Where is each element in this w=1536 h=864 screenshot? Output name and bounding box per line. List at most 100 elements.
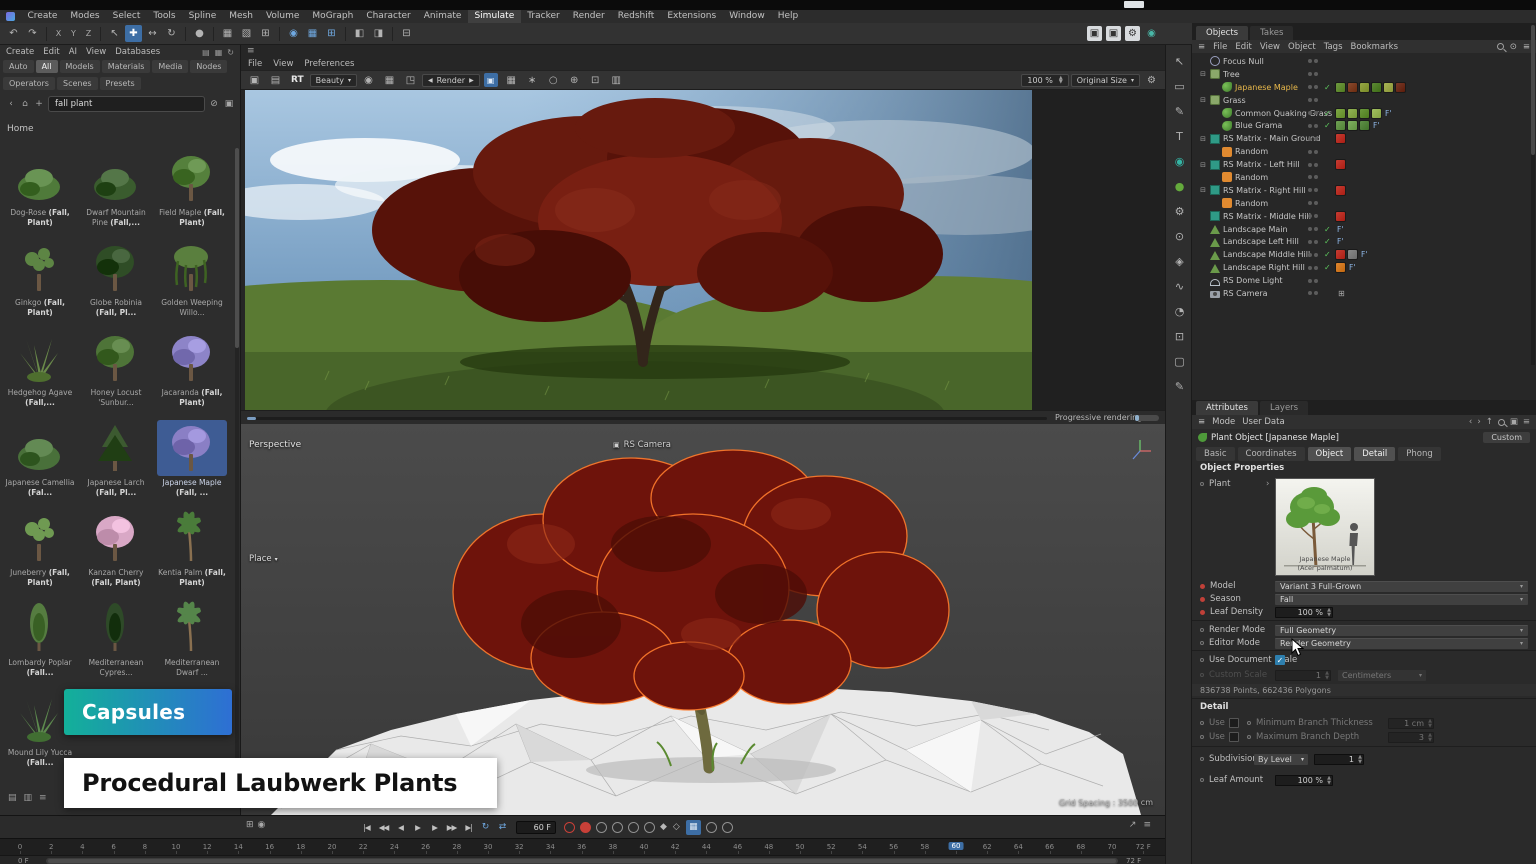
visibility-dot-editor[interactable] [1308,253,1312,257]
visibility-dot-render[interactable] [1314,214,1318,218]
material-chip[interactable] [1371,82,1382,93]
scale-tool-icon[interactable]: ↔ [144,25,161,42]
user-data-menu[interactable]: User Data [1242,417,1284,427]
asset-item-golden-weeping-willo[interactable]: Golden Weeping Willo... [154,238,230,328]
browser-menu-icon[interactable]: ≡ [39,793,47,803]
prev-frame-button[interactable]: ◀ [392,819,409,835]
om-menu-file[interactable]: File [1213,42,1227,52]
frame-tick[interactable]: 30 [484,843,493,851]
timeline-ruler[interactable]: 0246810121416182022242628303234363840424… [0,838,1165,855]
frame-tick[interactable]: 26 [421,843,430,851]
visibility-dot-editor[interactable] [1308,291,1312,295]
visibility-dot-editor[interactable] [1308,111,1312,115]
rv-menu-preferences[interactable]: Preferences [304,59,354,69]
leaf-density-field[interactable]: 100 %▲▼ [1275,607,1333,618]
enabled-check-icon[interactable]: ✓ [1324,250,1334,259]
material-chip[interactable] [1335,108,1346,119]
expander-icon[interactable]: ⊟ [1198,135,1208,143]
tab-objects[interactable]: Objects [1196,26,1248,40]
collection-scenes[interactable]: Scenes [57,77,98,90]
frame-tick[interactable]: 24 [390,843,399,851]
material-chip[interactable] [1335,262,1346,273]
object-row-tree[interactable]: ⊟Tree [1192,68,1536,81]
axis-mode-icon[interactable]: ◧ [351,25,368,42]
visibility-dot-render[interactable] [1314,163,1318,167]
enabled-check-icon[interactable]: ✓ [1324,225,1334,234]
viewport-layout-icon[interactable]: ⊟ [398,25,415,42]
goto-start-button[interactable]: |◀ [358,819,375,835]
frame-tick[interactable]: 18 [296,843,305,851]
attr-tab-basic[interactable]: Basic [1196,447,1235,461]
render-mode-dropdown[interactable]: Full Geometry▾ [1275,625,1528,636]
object-row-focus-null[interactable]: Focus Null [1192,55,1536,68]
marker-a-button[interactable] [706,822,717,833]
record-keyframe-button[interactable] [564,822,575,833]
visibility-dot-editor[interactable] [1308,188,1312,192]
material-chip[interactable] [1383,82,1394,93]
enabled-check-icon[interactable]: ✓ [1324,121,1334,130]
snap-toggle-icon[interactable]: ◉ [285,25,302,42]
object-row-rs-camera[interactable]: RS Camera⊞ [1192,287,1536,300]
menu-mesh[interactable]: Mesh [223,10,260,23]
channels-icon[interactable]: ▦ [381,72,398,89]
material-chip[interactable] [1347,82,1358,93]
filter-nodes[interactable]: Nodes [190,60,227,73]
attr-tab-phong[interactable]: Phong [1398,447,1441,461]
frame-tick[interactable]: 58 [920,843,929,851]
menu-simulate[interactable]: Simulate [468,10,521,23]
plant-capsule-icon[interactable]: ● [1169,176,1190,197]
enabled-check-icon[interactable]: ✓ [1324,83,1334,92]
axis-y-toggle[interactable]: Y [67,25,80,42]
object-row-rs-matrix-right-hill[interactable]: ⊟RS Matrix - Right Hill [1192,184,1536,197]
undo-icon[interactable]: ↶ [5,25,22,42]
time-icon[interactable]: ◔ [1169,301,1190,322]
material-chip[interactable] [1335,185,1346,196]
visibility-dot-editor[interactable] [1308,85,1312,89]
visibility-dot-render[interactable] [1314,240,1318,244]
asset-item-mediterranean-cypres[interactable]: Mediterranean Cypres... [78,598,154,688]
grid-view-icon[interactable]: ▦ [215,48,223,57]
visibility-dot-render[interactable] [1314,201,1318,205]
rect-selection-icon[interactable]: ▭ [1169,76,1190,97]
asset-item-field-maple-fall-plant[interactable]: Field Maple (Fall, Plant) [154,148,230,238]
search-input[interactable]: fall plant [48,96,205,112]
size-dropdown[interactable]: Original Size▾ [1071,74,1140,87]
om-menu-edit[interactable]: Edit [1235,42,1251,52]
place-tool-label[interactable]: Place▾ [249,554,278,564]
filter-auto[interactable]: Auto [3,60,34,73]
visibility-dot-editor[interactable] [1308,124,1312,128]
app-logo[interactable] [6,12,15,21]
redo-icon[interactable]: ↷ [24,25,41,42]
frame-tick[interactable]: 52 [827,843,836,851]
attr-tab-detail[interactable]: Detail [1354,447,1395,461]
om-menu-tags[interactable]: Tags [1324,42,1343,52]
asset-item-kanzan-cherry-fall-plant[interactable]: Kanzan Cherry (Fall, Plant) [78,508,154,598]
expander-icon[interactable]: ⊟ [1198,70,1208,78]
subdivision-mode-dropdown[interactable]: By Level▾ [1254,754,1308,765]
subdivision-field[interactable]: 1▲▼ [1314,754,1364,765]
anim-dot[interactable] [1200,584,1205,589]
om-menu-bookmarks[interactable]: Bookmarks [1351,42,1399,52]
object-tree-scrollbar[interactable] [1531,25,1535,365]
filter-icon[interactable]: ⊙ [1510,42,1517,52]
view-mode-icon[interactable]: ▤ [202,48,210,57]
frame-tick[interactable]: 12 [203,843,212,851]
material-chip[interactable] [1347,108,1358,119]
asset-item-japanese-maple-fall[interactable]: Japanese Maple (Fall, ... [154,418,230,508]
material-chip[interactable] [1335,120,1346,131]
visibility-dot-render[interactable] [1314,111,1318,115]
expander-icon[interactable]: ⊟ [1198,96,1208,104]
visibility-dot-render[interactable] [1314,137,1318,141]
notes-icon[interactable]: ✎ [1169,376,1190,397]
zoom-dropdown[interactable]: 100 %▲▼ [1021,74,1068,87]
asset-capsule-icon[interactable]: ◉ [1169,151,1190,172]
material-chip[interactable] [1335,211,1346,222]
play-button[interactable]: ▶ [409,819,426,835]
view-label[interactable]: Perspective [249,440,301,450]
object-row-landscape-main[interactable]: Landscape Main✓F' [1192,223,1536,236]
thumb-view-icon[interactable]: ▥ [24,793,33,803]
attr-tab-coordinates[interactable]: Coordinates [1238,447,1305,461]
rotate-tool-icon[interactable]: ↻ [163,25,180,42]
custom-scale-field[interactable]: 1▲▼ [1275,670,1331,681]
attr-burger-icon[interactable]: ≡ [1198,417,1205,427]
